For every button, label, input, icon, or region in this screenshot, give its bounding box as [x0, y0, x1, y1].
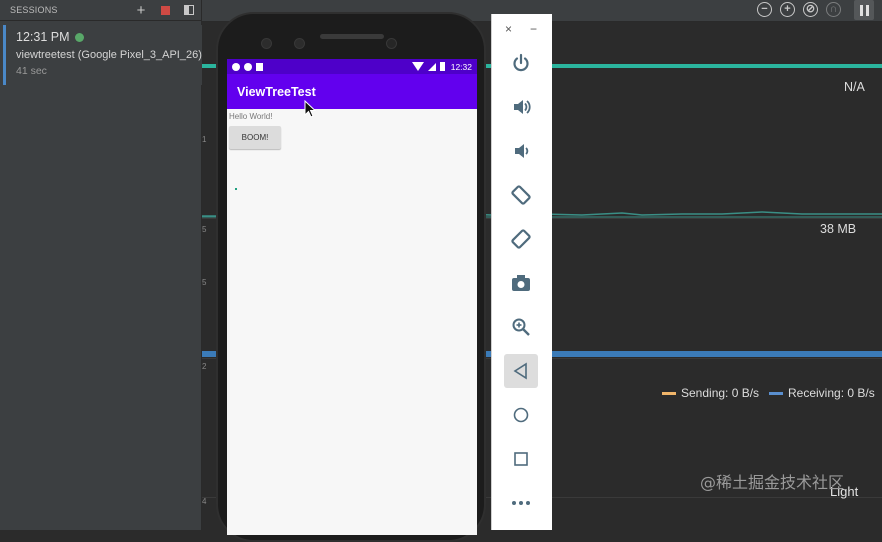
- mouse-cursor-icon: [304, 100, 316, 118]
- battery-icon: [439, 62, 445, 71]
- volume-up-icon[interactable]: [504, 90, 538, 124]
- zoom-in-icon[interactable]: +: [780, 2, 795, 17]
- minimize-icon[interactable]: −: [530, 22, 537, 36]
- reset-zoom-icon[interactable]: ⊘: [803, 2, 818, 17]
- session-duration: 41 sec: [16, 65, 47, 77]
- status-time: 12:32: [450, 61, 472, 72]
- session-name: viewtreetest (Google Pixel_3_API_26): [16, 49, 202, 61]
- emulator-toolbar: × −: [491, 14, 552, 530]
- session-time-row: 12:31 PM: [16, 30, 202, 44]
- back-icon[interactable]: [504, 354, 538, 388]
- sending-label: Sending: 0 B/s: [681, 386, 760, 400]
- power-icon[interactable]: [504, 46, 538, 80]
- axis-tick-label: 5: [202, 278, 207, 287]
- notification-icon: [244, 62, 252, 71]
- stop-icon[interactable]: [153, 0, 177, 20]
- status-bar: 12:32: [227, 59, 477, 74]
- camera-icon: [294, 38, 305, 49]
- receiving-label: Receiving: 0 B/s: [788, 386, 875, 400]
- close-icon[interactable]: ×: [505, 22, 512, 36]
- sd-card-icon: [256, 62, 263, 71]
- camera-icon[interactable]: [504, 266, 538, 300]
- green-dot: [235, 188, 237, 190]
- session-time: 12:31 PM: [16, 30, 70, 44]
- zoom-out-icon[interactable]: −: [757, 2, 772, 17]
- watermark: @稀土掘金技术社区: [700, 473, 845, 492]
- shield-icon: [232, 62, 240, 71]
- device-speaker: [320, 34, 384, 39]
- sending-swatch: [662, 391, 676, 395]
- app-bar: ViewTreeTest: [227, 74, 477, 109]
- axis-tick-label: 5: [202, 225, 207, 234]
- front-camera-icon: [386, 38, 397, 49]
- rotate-left-icon[interactable]: [504, 178, 538, 212]
- session-item[interactable]: 12:31 PM viewtreetest (Google Pixel_3_AP…: [3, 25, 202, 85]
- device-screen[interactable]: 12:32 ViewTreeTest Hello World! BOOM!: [227, 59, 477, 535]
- sending-legend: Sending: 0 B/s: [662, 386, 759, 400]
- volume-down-icon[interactable]: [504, 134, 538, 168]
- hello-text: Hello World!: [229, 112, 273, 121]
- signal-icon: [427, 62, 436, 71]
- boom-button[interactable]: BOOM!: [229, 126, 281, 149]
- home-icon[interactable]: [504, 398, 538, 432]
- rotate-right-icon[interactable]: [504, 222, 538, 256]
- sessions-title: SESSIONS: [10, 5, 58, 15]
- live-status-icon: [74, 32, 84, 42]
- overview-icon[interactable]: [504, 442, 538, 476]
- receiving-legend: Receiving: 0 B/s: [769, 386, 875, 400]
- axis-tick-label: 1: [202, 135, 207, 144]
- more-icon[interactable]: [504, 486, 538, 520]
- wifi-icon: [411, 62, 424, 71]
- sessions-panel: SESSIONS + 12:31 PM viewtreetest (Google…: [0, 0, 202, 530]
- emulator-device: 12:32 ViewTreeTest Hello World! BOOM!: [216, 12, 486, 542]
- memory-value: 38 MB: [820, 222, 857, 236]
- receiving-swatch: [769, 391, 783, 395]
- sessions-header: SESSIONS +: [0, 0, 201, 21]
- camera-icon: [261, 38, 272, 49]
- axis-tick-label: 2: [202, 362, 207, 371]
- axis-tick-label: 4: [202, 497, 207, 506]
- attach-icon[interactable]: ∩: [826, 2, 841, 17]
- cpu-value: N/A: [844, 80, 865, 94]
- app-title: ViewTreeTest: [237, 84, 316, 99]
- pause-icon[interactable]: [854, 0, 874, 20]
- plus-icon[interactable]: +: [129, 0, 153, 20]
- zoom-icon[interactable]: [504, 310, 538, 344]
- panel-toggle-icon[interactable]: [177, 0, 201, 20]
